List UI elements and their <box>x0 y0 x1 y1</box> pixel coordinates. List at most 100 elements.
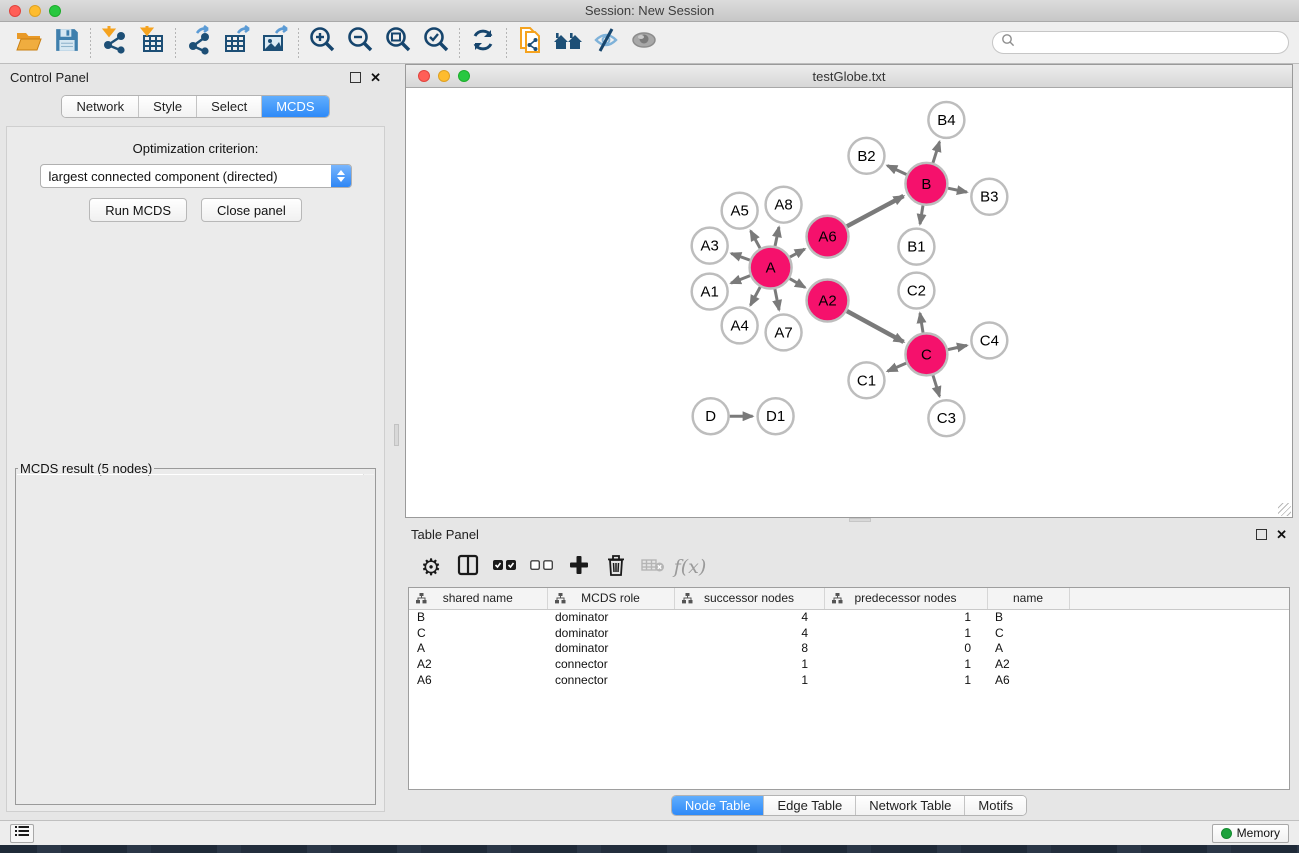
criterion-dropdown[interactable]: largest connected component (directed) <box>40 164 352 188</box>
run-mcds-button[interactable]: Run MCDS <box>89 198 187 222</box>
tab-select[interactable]: Select <box>197 96 262 117</box>
table-cell[interactable]: A <box>409 640 547 656</box>
close-network-button[interactable] <box>418 70 430 82</box>
edge-A6-B[interactable] <box>847 196 904 226</box>
edge-C-C2[interactable] <box>920 313 923 332</box>
table-settings-button[interactable]: ⚙ <box>417 553 445 581</box>
tab-edge-table[interactable]: Edge Table <box>764 796 856 815</box>
table-cell[interactable]: 4 <box>674 625 824 641</box>
column-header-predecessor-nodes[interactable]: predecessor nodes <box>824 588 987 609</box>
import-table-button[interactable] <box>133 26 171 60</box>
close-window-button[interactable] <box>9 5 21 17</box>
network-canvas[interactable]: B4B2BB3A8A5A6A3B1AA1C2A2A4A7C4CC1DD1C3 <box>406 88 1292 517</box>
table-cell[interactable]: A2 <box>409 656 547 672</box>
splitter-handle[interactable] <box>394 424 399 446</box>
task-history-button[interactable] <box>10 824 34 843</box>
edge-A-A4[interactable] <box>750 287 760 305</box>
export-image-button[interactable] <box>256 26 294 60</box>
table-cell[interactable]: 4 <box>674 609 824 625</box>
search-input[interactable] <box>1015 36 1280 50</box>
table-cell[interactable]: 8 <box>674 640 824 656</box>
edge-A-A1[interactable] <box>731 276 750 284</box>
zoom-selected-button[interactable] <box>417 26 455 60</box>
tab-style[interactable]: Style <box>139 96 197 117</box>
save-session-button[interactable] <box>48 26 86 60</box>
split-columns-button[interactable] <box>454 553 482 581</box>
table-row[interactable]: Bdominator41B <box>409 609 1289 625</box>
tab-network-table[interactable]: Network Table <box>856 796 965 815</box>
edge-C-C4[interactable] <box>948 345 967 349</box>
table-cell[interactable]: A6 <box>409 672 547 688</box>
delete-button[interactable] <box>602 553 630 581</box>
tab-mcds[interactable]: MCDS <box>262 96 328 117</box>
table-cell[interactable]: C <box>409 625 547 641</box>
table-cell[interactable]: dominator <box>547 625 674 641</box>
zoom-network-button[interactable] <box>458 70 470 82</box>
close-panel-button[interactable]: Close panel <box>201 198 302 222</box>
column-header-shared-name[interactable]: shared name <box>409 588 547 609</box>
edge-A-A5[interactable] <box>751 231 760 248</box>
scrollbar[interactable] <box>363 474 374 475</box>
table-row[interactable]: A6connector11A6 <box>409 672 1289 688</box>
edge-B-B3[interactable] <box>948 188 967 192</box>
float-panel-icon[interactable] <box>350 72 361 83</box>
memory-button[interactable]: Memory <box>1212 824 1289 843</box>
edge-A-A2[interactable] <box>790 279 805 288</box>
export-network-button[interactable] <box>180 26 218 60</box>
network-graph[interactable]: B4B2BB3A8A5A6A3B1AA1C2A2A4A7C4CC1DD1C3 <box>406 88 1292 517</box>
add-button[interactable] <box>565 553 593 581</box>
table-cell[interactable]: C <box>987 625 1069 641</box>
table-cell[interactable]: dominator <box>547 640 674 656</box>
edge-A-A3[interactable] <box>731 253 750 260</box>
zoom-in-button[interactable] <box>303 26 341 60</box>
table-cell[interactable]: connector <box>547 672 674 688</box>
refresh-button[interactable] <box>464 26 502 60</box>
zoom-fit-button[interactable] <box>379 26 417 60</box>
table-cell[interactable]: A6 <box>987 672 1069 688</box>
edge-A2-C[interactable] <box>847 311 904 342</box>
function-builder-button[interactable]: f(x) <box>676 553 704 581</box>
table-cell[interactable]: 1 <box>824 625 987 641</box>
table-cell[interactable]: 1 <box>824 672 987 688</box>
mcds-result-list[interactable]: A2ABCA6 <box>17 474 374 475</box>
close-panel-icon[interactable]: ✕ <box>370 72 381 83</box>
select-all-button[interactable] <box>491 553 519 581</box>
delete-table-button[interactable] <box>639 553 667 581</box>
minimize-network-button[interactable] <box>438 70 450 82</box>
edge-B-B2[interactable] <box>887 166 906 175</box>
table-row[interactable]: Adominator80A <box>409 640 1289 656</box>
column-header-successor-nodes[interactable]: successor nodes <box>674 588 824 609</box>
table-row[interactable]: Cdominator41C <box>409 625 1289 641</box>
new-network-from-selection-button[interactable] <box>511 26 549 60</box>
close-panel-icon[interactable]: ✕ <box>1276 529 1287 540</box>
minimize-window-button[interactable] <box>29 5 41 17</box>
column-header-name[interactable]: name <box>987 588 1069 609</box>
edge-A-A6[interactable] <box>790 249 805 257</box>
table-cell[interactable]: dominator <box>547 609 674 625</box>
table-cell[interactable]: connector <box>547 656 674 672</box>
edge-C-C3[interactable] <box>933 375 940 396</box>
table-cell[interactable]: B <box>409 609 547 625</box>
hide-selected-button[interactable] <box>587 26 625 60</box>
table-cell[interactable]: 1 <box>674 656 824 672</box>
zoom-out-button[interactable] <box>341 26 379 60</box>
tab-node-table[interactable]: Node Table <box>672 796 765 815</box>
table-cell[interactable]: 1 <box>824 656 987 672</box>
table-cell[interactable]: 1 <box>674 672 824 688</box>
table-cell[interactable]: B <box>987 609 1069 625</box>
first-neighbors-button[interactable] <box>549 26 587 60</box>
import-network-button[interactable] <box>95 26 133 60</box>
edge-A-A7[interactable] <box>775 289 779 310</box>
float-panel-icon[interactable] <box>1256 529 1267 540</box>
show-all-button[interactable] <box>625 26 663 60</box>
table-cell[interactable]: A2 <box>987 656 1069 672</box>
export-table-button[interactable] <box>218 26 256 60</box>
column-header-mcds-role[interactable]: MCDS role <box>547 588 674 609</box>
search-field[interactable] <box>992 31 1289 54</box>
table-cell[interactable]: 0 <box>824 640 987 656</box>
edge-B-B4[interactable] <box>933 142 940 163</box>
splitter-handle[interactable] <box>849 518 871 522</box>
tab-network[interactable]: Network <box>62 96 139 117</box>
edge-A-A8[interactable] <box>775 227 779 246</box>
resize-grip[interactable] <box>1278 503 1291 516</box>
